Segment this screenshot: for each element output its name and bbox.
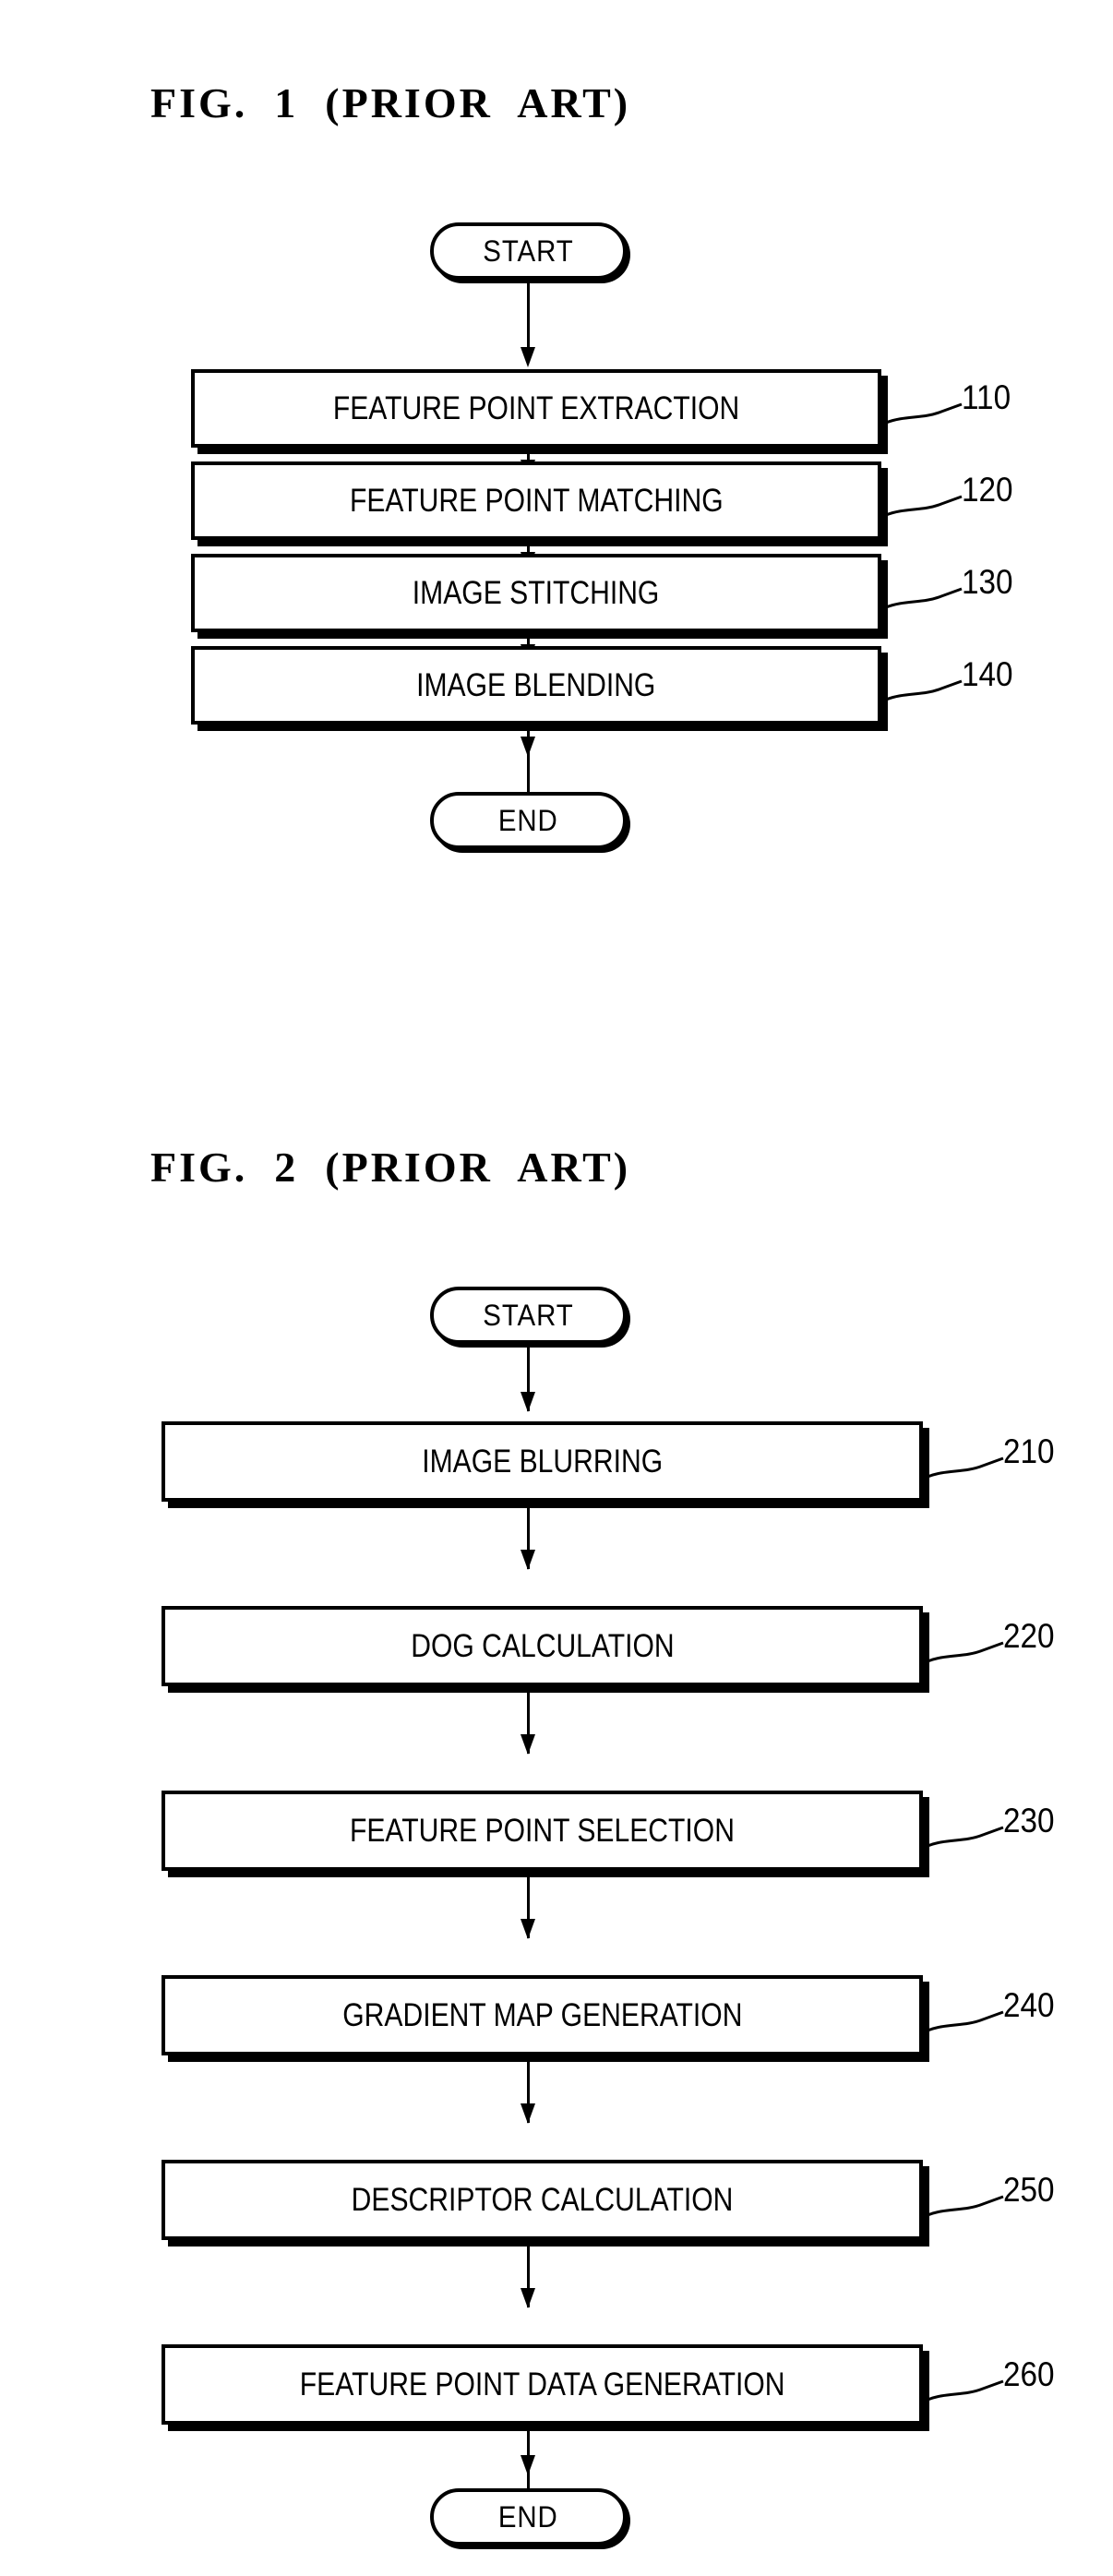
fig1-leader-1 bbox=[885, 402, 963, 425]
fig1-step-1-label: FEATURE POINT EXTRACTION bbox=[332, 389, 740, 426]
fig2-step-4-box: GRADIENT MAP GENERATION bbox=[162, 1975, 923, 2055]
fig2-step-3-box: FEATURE POINT SELECTION bbox=[162, 1791, 923, 1871]
fig2-end-label: END bbox=[498, 2499, 558, 2534]
fig2-arrowhead-5 bbox=[521, 2103, 535, 2124]
fig2-start-label: START bbox=[483, 1298, 574, 1332]
fig2-arrowhead-2 bbox=[521, 1550, 535, 1570]
fig1-start-terminal: START bbox=[430, 222, 627, 280]
fig2-start-terminal: START bbox=[430, 1287, 627, 1344]
fig1-step-3-box: IMAGE STITCHING bbox=[191, 554, 881, 632]
figure-2-caption: FIG. 2 (PRIOR ART) bbox=[150, 1144, 631, 1191]
fig1-leader-4 bbox=[885, 679, 963, 701]
fig2-step-5-label: DESCRIPTOR CALCULATION bbox=[351, 2181, 734, 2218]
fig1-connector-start-to-step1 bbox=[527, 282, 530, 347]
fig2-arrowhead-7 bbox=[521, 2455, 535, 2475]
fig2-step-4-label: GRADIENT MAP GENERATION bbox=[341, 1996, 743, 2033]
fig2-leader-2 bbox=[927, 1641, 1004, 1663]
fig1-end-terminal: END bbox=[430, 792, 627, 849]
fig2-arrowhead-4 bbox=[521, 1919, 535, 1939]
fig1-arrowhead-5 bbox=[521, 737, 535, 757]
fig2-ref-2: 220 bbox=[1003, 1617, 1055, 1655]
fig2-step-2-label: DOG CALCULATION bbox=[410, 1627, 675, 1664]
fig2-leader-6 bbox=[927, 2379, 1004, 2402]
fig2-arrowhead-6 bbox=[521, 2288, 535, 2308]
fig2-step-1-box: IMAGE BLURRING bbox=[162, 1421, 923, 1502]
fig1-leader-3 bbox=[885, 587, 963, 609]
fig2-leader-4 bbox=[927, 2010, 1004, 2032]
fig1-step-3-label: IMAGE STITCHING bbox=[413, 574, 660, 611]
fig2-ref-3: 230 bbox=[1003, 1802, 1055, 1839]
fig1-step-2-label: FEATURE POINT MATCHING bbox=[349, 482, 724, 519]
fig1-arrowhead-1 bbox=[521, 347, 535, 367]
fig2-step-1-label: IMAGE BLURRING bbox=[422, 1443, 663, 1480]
fig1-step-4-box: IMAGE BLENDING bbox=[191, 646, 881, 725]
fig1-leader-2 bbox=[885, 495, 963, 517]
fig2-ref-5: 250 bbox=[1003, 2171, 1055, 2209]
fig1-ref-1: 110 bbox=[962, 378, 1011, 416]
fig1-ref-2: 120 bbox=[962, 471, 1013, 509]
fig1-ref-3: 130 bbox=[962, 563, 1013, 601]
drawing-sheet: FIG. 1 (PRIOR ART) START FEATURE POINT E… bbox=[0, 0, 1113, 2576]
fig2-step-5-box: DESCRIPTOR CALCULATION bbox=[162, 2160, 923, 2240]
fig1-end-label: END bbox=[498, 803, 558, 837]
fig2-ref-1: 210 bbox=[1003, 1432, 1055, 1470]
fig2-ref-6: 260 bbox=[1003, 2355, 1055, 2393]
fig2-step-6-label: FEATURE POINT DATA GENERATION bbox=[299, 2366, 785, 2402]
fig2-step-6-box: FEATURE POINT DATA GENERATION bbox=[162, 2344, 923, 2425]
fig1-step-4-label: IMAGE BLENDING bbox=[416, 666, 656, 703]
figure-1-caption: FIG. 1 (PRIOR ART) bbox=[150, 79, 631, 126]
fig2-arrowhead-1 bbox=[521, 1392, 535, 1412]
fig1-start-label: START bbox=[483, 234, 574, 268]
fig2-end-terminal: END bbox=[430, 2488, 627, 2546]
fig2-step-3-label: FEATURE POINT SELECTION bbox=[349, 1812, 735, 1849]
fig2-leader-5 bbox=[927, 2195, 1004, 2217]
fig2-leader-3 bbox=[927, 1826, 1004, 1848]
fig1-step-1-box: FEATURE POINT EXTRACTION bbox=[191, 369, 881, 448]
fig1-ref-4: 140 bbox=[962, 655, 1013, 693]
fig2-leader-1 bbox=[927, 1456, 1004, 1479]
fig2-step-2-box: DOG CALCULATION bbox=[162, 1606, 923, 1686]
fig2-arrowhead-3 bbox=[521, 1734, 535, 1755]
fig1-step-2-box: FEATURE POINT MATCHING bbox=[191, 461, 881, 540]
fig2-ref-4: 240 bbox=[1003, 1986, 1055, 2024]
